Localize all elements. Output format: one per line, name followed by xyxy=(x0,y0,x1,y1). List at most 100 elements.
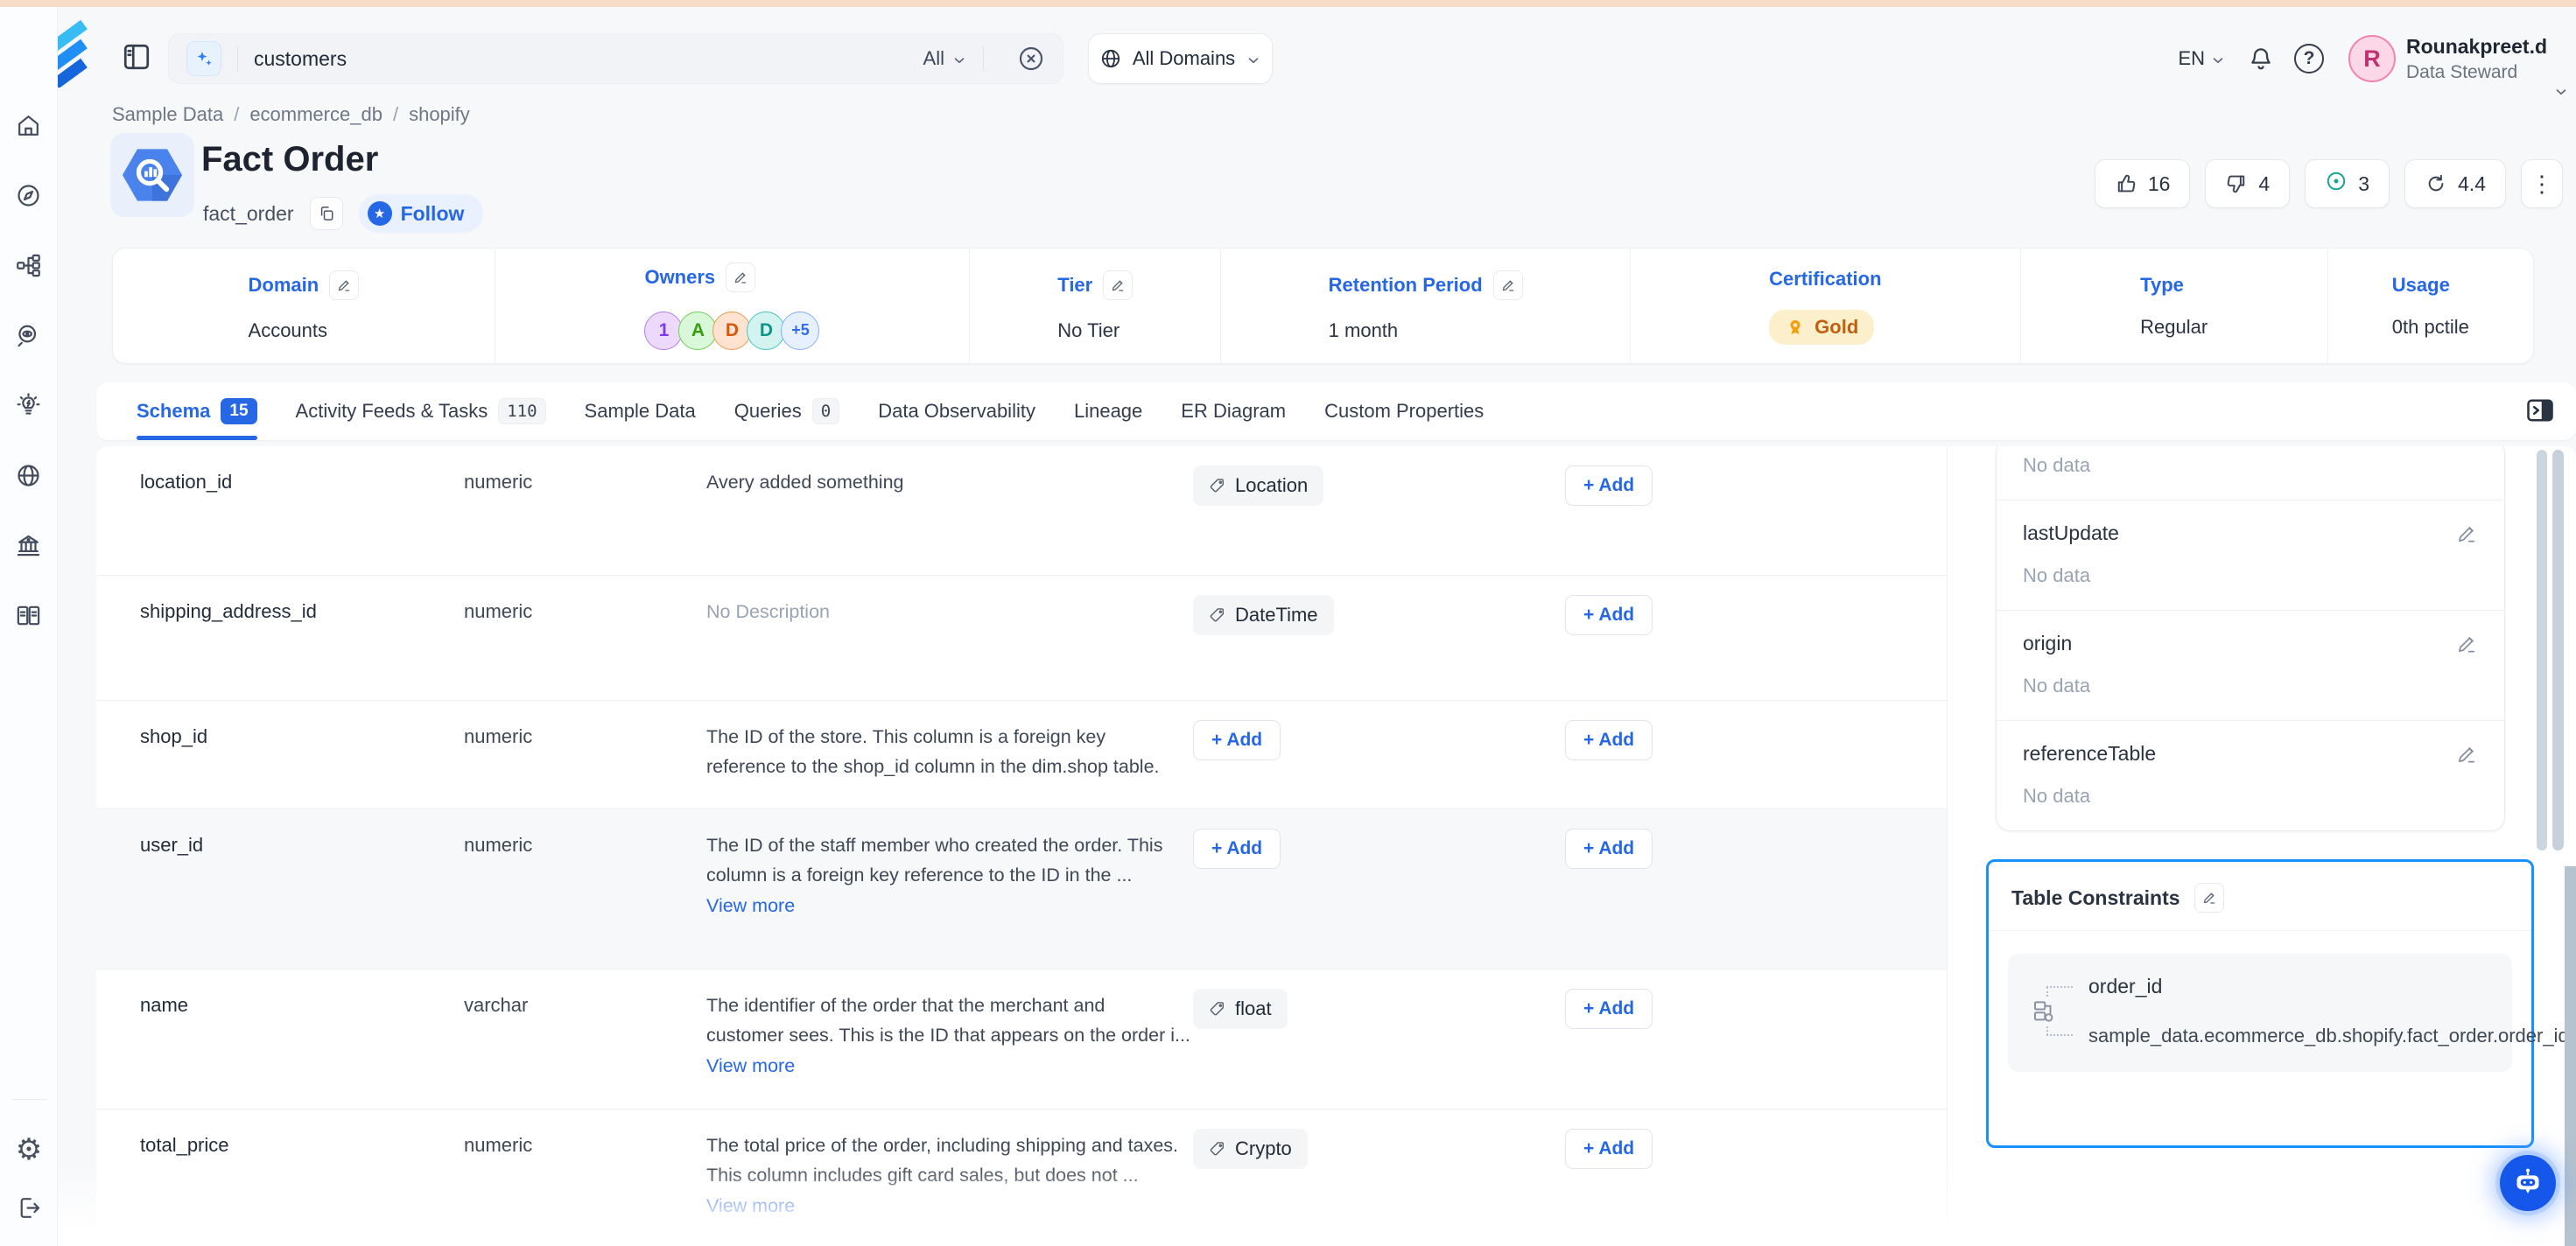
table-row: name varchar The identifier of the order… xyxy=(96,970,1947,1110)
constraint-connector xyxy=(2046,1034,2073,1036)
add-tag-button[interactable]: + Add xyxy=(1193,829,1281,869)
logout-icon[interactable] xyxy=(16,1194,43,1222)
add-glossary-term-button[interactable]: + Add xyxy=(1565,595,1653,635)
metadata-type: Type Regular xyxy=(2020,248,2327,363)
search-input[interactable]: customers xyxy=(254,47,923,71)
more-actions-button[interactable]: ⋮ xyxy=(2521,159,2563,208)
edit-property-icon[interactable] xyxy=(2455,522,2478,545)
certification-label: Certification xyxy=(1769,268,1881,290)
edit-retention-button[interactable] xyxy=(1493,270,1523,300)
settings-gear-icon[interactable]: ⚙ xyxy=(16,1135,42,1165)
tag-chip[interactable]: float xyxy=(1193,989,1288,1029)
entity-metadata-card: Domain Accounts Owners 1 A D D +5 xyxy=(112,248,2534,364)
owner-avatar[interactable]: D xyxy=(712,312,751,350)
discovery-search-eye-icon[interactable] xyxy=(15,322,42,349)
edit-constraints-button[interactable] xyxy=(2194,883,2224,913)
user-menu[interactable]: Rounakpreet.d Data Steward xyxy=(2406,35,2537,83)
tab-er-diagram[interactable]: ER Diagram xyxy=(1181,382,1286,440)
view-more-link[interactable]: View more xyxy=(706,1055,795,1077)
chevron-down-icon[interactable] xyxy=(2553,84,2569,100)
column-name: total_price xyxy=(140,1134,464,1246)
tab-count-badge: 110 xyxy=(498,398,545,424)
add-glossary-term-button[interactable]: + Add xyxy=(1565,989,1653,1029)
owner-avatar-overflow[interactable]: +5 xyxy=(781,312,819,350)
breadcrumb-item[interactable]: shopify xyxy=(409,103,470,126)
edit-tier-button[interactable] xyxy=(1103,270,1133,300)
data-assets-flow-icon[interactable] xyxy=(15,252,42,279)
edit-property-icon[interactable] xyxy=(2455,743,2478,766)
insights-bulb-icon[interactable] xyxy=(15,392,42,419)
tab-lineage[interactable]: Lineage xyxy=(1074,382,1142,440)
tab-sample-data[interactable]: Sample Data xyxy=(585,382,696,440)
language-selector[interactable]: EN xyxy=(2178,47,2226,70)
tag-chip[interactable]: Crypto xyxy=(1193,1129,1308,1169)
user-avatar[interactable]: R xyxy=(2348,35,2396,82)
add-glossary-term-button[interactable]: + Add xyxy=(1565,466,1653,506)
owner-avatar[interactable]: 1 xyxy=(644,312,683,350)
add-glossary-term-button[interactable]: + Add xyxy=(1565,1129,1653,1169)
schema-content-card: location_id numeric Avery added somethin… xyxy=(96,446,2576,1246)
constraint-reference[interactable]: sample_data.ecommerce_db.shopify.fact_or… xyxy=(2088,1025,2489,1047)
governance-bank-icon[interactable] xyxy=(15,532,42,559)
column-description: The ID of the store. This column is a fo… xyxy=(706,722,1193,808)
search-divider xyxy=(237,46,238,71)
custom-property-item: origin No data xyxy=(1997,610,2504,720)
panel-scrollbar[interactable] xyxy=(2537,450,2547,850)
chat-assistant-button[interactable] xyxy=(2500,1155,2556,1211)
upvote-button[interactable]: 16 xyxy=(2095,159,2191,208)
metadata-certification: Certification Gold xyxy=(1630,248,2020,363)
copy-icon[interactable] xyxy=(310,197,343,230)
breadcrumb-item[interactable]: Sample Data xyxy=(112,103,223,126)
view-more-link[interactable]: View more xyxy=(706,1195,795,1217)
glossary-book-icon[interactable] xyxy=(15,602,42,629)
robot-icon xyxy=(2510,1166,2545,1200)
explore-compass-icon[interactable] xyxy=(15,182,42,209)
tag-chip[interactable]: DateTime xyxy=(1193,595,1334,635)
tab-activity-feeds[interactable]: Activity Feeds & Tasks110 xyxy=(296,382,546,440)
column-tags-cell: float xyxy=(1193,994,1565,1109)
upvote-count: 16 xyxy=(2148,172,2171,196)
page-title: Fact Order xyxy=(201,140,378,179)
tab-queries[interactable]: Queries0 xyxy=(734,382,840,440)
tier-label: Tier xyxy=(1057,274,1092,297)
downvote-button[interactable]: 4 xyxy=(2205,159,2290,208)
collapse-panel-icon[interactable] xyxy=(2523,395,2557,426)
constraint-column[interactable]: order_id xyxy=(2088,975,2489,998)
breadcrumb-item[interactable]: ecommerce_db xyxy=(249,103,383,126)
quality-score: 4.4 xyxy=(2458,172,2486,196)
add-glossary-term-button[interactable]: + Add xyxy=(1565,829,1653,869)
column-description-cell: The ID of the staff member who created t… xyxy=(706,834,1193,969)
owner-avatar[interactable]: A xyxy=(678,312,717,350)
column-tags-cell: Location xyxy=(1193,471,1565,575)
add-tag-button[interactable]: + Add xyxy=(1193,720,1281,760)
edit-property-icon[interactable] xyxy=(2455,633,2478,655)
edit-owners-button[interactable] xyxy=(726,262,755,292)
metadata-usage: Usage 0th pctile xyxy=(2327,248,2533,363)
tab-data-observability[interactable]: Data Observability xyxy=(878,382,1035,440)
domain-value[interactable]: Accounts xyxy=(249,319,328,342)
search-scope-dropdown[interactable]: All xyxy=(923,47,967,70)
help-icon[interactable]: ? xyxy=(2294,44,2324,74)
table-row: total_price numeric The total price of t… xyxy=(96,1110,1947,1246)
tag-chip[interactable]: Location xyxy=(1193,466,1323,506)
global-search-bar[interactable]: customers All xyxy=(168,33,1063,84)
page-scrollbar[interactable] xyxy=(2552,450,2564,850)
search-clear-icon[interactable] xyxy=(1017,45,1045,73)
follow-button[interactable]: ★ Follow xyxy=(359,194,484,233)
tab-custom-properties[interactable]: Custom Properties xyxy=(1324,382,1484,440)
owner-avatar[interactable]: D xyxy=(747,312,785,350)
sidebar-toggle-icon[interactable] xyxy=(121,40,152,74)
add-glossary-term-button[interactable]: + Add xyxy=(1565,720,1653,760)
domain-label: Domain xyxy=(249,274,319,297)
page-scrollbar-track[interactable] xyxy=(2565,866,2576,1246)
notifications-bell-icon[interactable] xyxy=(2248,45,2274,73)
tab-schema[interactable]: Schema15 xyxy=(137,382,257,440)
all-domains-dropdown[interactable]: All Domains xyxy=(1088,33,1273,84)
home-icon[interactable] xyxy=(15,112,42,139)
quality-score-button[interactable]: 4.4 xyxy=(2404,159,2506,208)
schema-table: location_id numeric Avery added somethin… xyxy=(96,446,1948,1246)
edit-domain-button[interactable] xyxy=(329,270,359,300)
tasks-button[interactable]: 3 xyxy=(2305,159,2390,208)
view-more-link[interactable]: View more xyxy=(706,895,795,917)
domains-globe-icon[interactable] xyxy=(15,462,42,489)
